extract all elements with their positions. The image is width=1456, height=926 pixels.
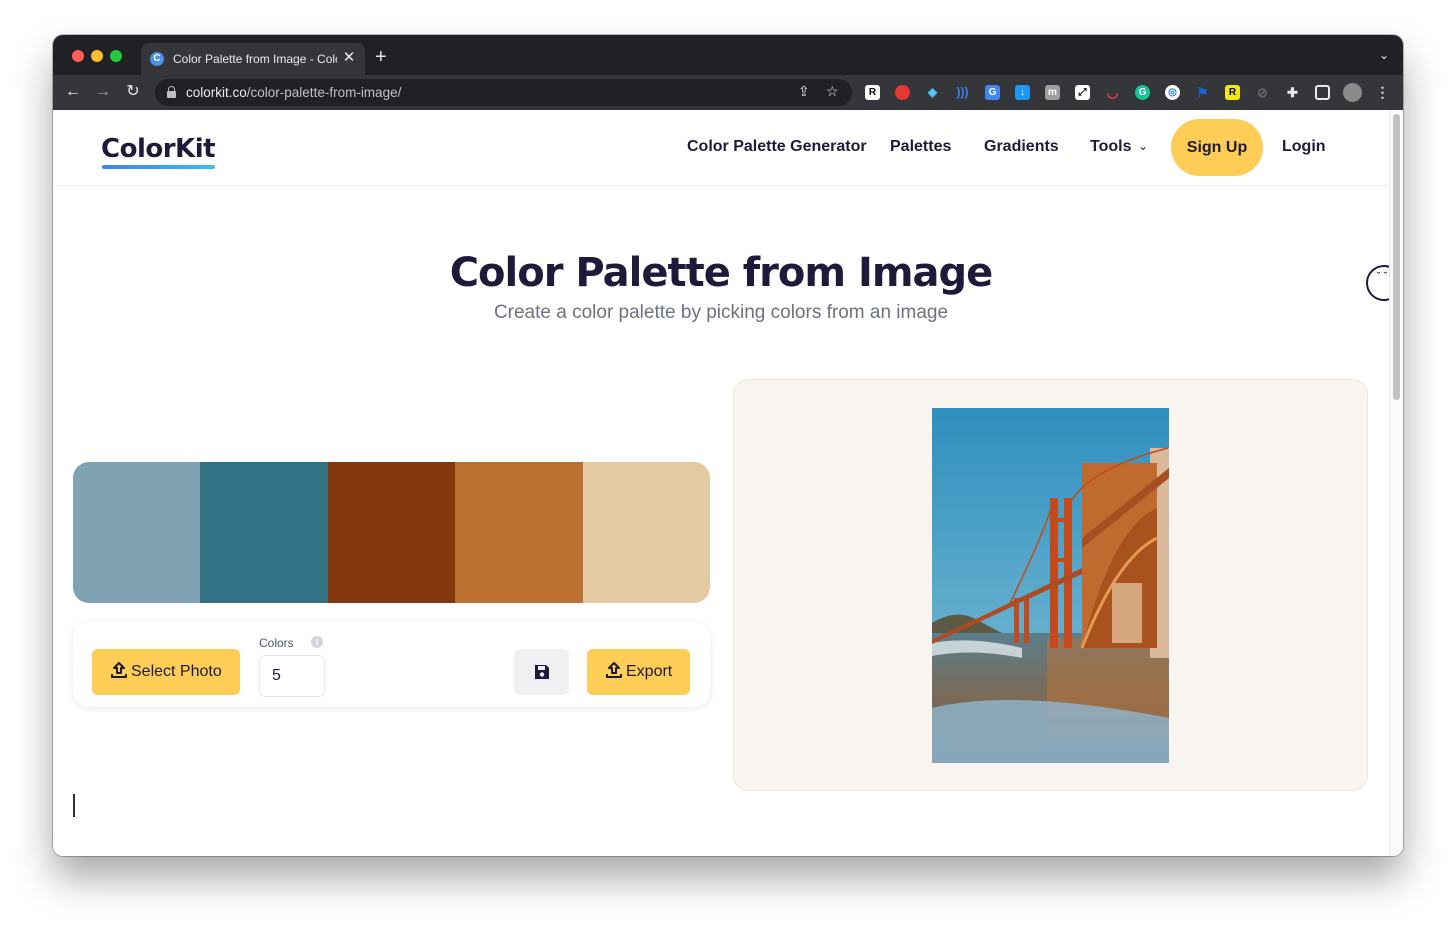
back-arrow-icon[interactable]: ← [62, 81, 84, 103]
palette-swatch-1[interactable] [73, 462, 201, 603]
image-preview-panel [733, 379, 1368, 791]
address-bar[interactable]: colorkit.co/color-palette-from-image/ ⇪ … [155, 79, 852, 106]
export-icon [606, 662, 622, 678]
select-photo-label: Select Photo [131, 663, 222, 680]
tab-search-chevron-icon[interactable]: ⌄ [1379, 48, 1389, 62]
site-header: ColorKit Color Palette Generator Palette… [53, 110, 1389, 186]
grammarly-extension-icon[interactable]: G [1135, 85, 1150, 100]
blocked-extension-icon[interactable]: ⊘ [1255, 85, 1270, 100]
palette-controls: Select Photo Colors i 5 Export [73, 622, 710, 707]
profile-avatar[interactable] [1343, 83, 1362, 102]
upload-icon [111, 662, 127, 678]
palette-swatch-2[interactable] [200, 462, 328, 603]
wifi-extension-icon[interactable]: ))) [955, 85, 970, 100]
m-extension-icon[interactable]: m [1045, 85, 1060, 100]
palette-swatch-3[interactable] [327, 462, 456, 603]
url-text: colorkit.co/color-palette-from-image/ [186, 85, 402, 100]
logo-underline [102, 165, 215, 169]
sidebar-icon[interactable] [1315, 85, 1330, 100]
select-photo-button[interactable]: Select Photo [92, 649, 240, 695]
diamond-extension-icon[interactable]: ◆ [925, 85, 940, 100]
bookmark-star-icon[interactable]: ☆ [826, 83, 839, 100]
photo-illustration [932, 408, 1169, 763]
export-label: Export [626, 663, 673, 680]
export-button[interactable]: Export [587, 649, 690, 695]
scrollbar-thumb[interactable] [1393, 114, 1400, 400]
info-icon[interactable]: i [311, 636, 323, 648]
menu-kebab-icon[interactable]: ⋮ [1375, 85, 1390, 100]
nav-tools[interactable]: Tools [1090, 138, 1131, 156]
tab-strip: C Color Palette from Image - Colo ✕ + ⌄ [53, 35, 1403, 75]
lock-icon [167, 86, 176, 98]
page-scrollbar[interactable] [1389, 110, 1403, 856]
save-palette-button[interactable] [514, 649, 569, 695]
flag-extension-icon[interactable]: ⚑ [1195, 85, 1210, 100]
colors-count-input[interactable]: 5 [259, 655, 325, 697]
palette-swatch-4[interactable] [455, 462, 583, 603]
text-cursor [73, 794, 75, 817]
sign-up-button[interactable]: Sign Up [1171, 119, 1263, 176]
page-title: Color Palette from Image [449, 250, 994, 296]
link-extension-icon[interactable]: ⤢ [1075, 85, 1090, 100]
page-subtitle: Create a color palette by picking colors… [493, 302, 949, 323]
forward-arrow-icon[interactable]: → [92, 81, 114, 103]
pokeball-extension-icon[interactable] [895, 85, 910, 100]
maximize-window-button[interactable] [110, 50, 122, 62]
floppy-disk-icon [535, 665, 549, 679]
download-extension-icon[interactable]: ↓ [1015, 85, 1030, 100]
puzzle-extensions-icon[interactable]: ✚ [1285, 85, 1300, 100]
colorkit-favicon-icon: C [150, 52, 164, 66]
minimize-window-button[interactable] [91, 50, 103, 62]
tools-chevron-down-icon[interactable]: ⌄ [1138, 139, 1148, 153]
page-content: ColorKit Color Palette Generator Palette… [53, 110, 1389, 856]
readwise-extension-icon[interactable]: R [865, 85, 880, 100]
golden-gate-bridge-photo[interactable] [932, 408, 1169, 763]
translate-extension-icon[interactable]: G [985, 85, 1000, 100]
r-yellow-extension-icon[interactable]: R [1225, 85, 1240, 100]
close-window-button[interactable] [72, 50, 84, 62]
pocket-extension-icon[interactable]: ◡ [1105, 85, 1120, 100]
browser-toolbar: ← → ↻ colorkit.co/color-palette-from-ima… [53, 75, 1403, 110]
nav-color-palette-generator[interactable]: Color Palette Generator [687, 138, 867, 156]
palette-swatch-5[interactable] [582, 462, 710, 603]
reload-icon[interactable]: ↻ [122, 81, 144, 103]
new-tab-icon[interactable]: + [375, 47, 387, 67]
browser-tab[interactable]: C Color Palette from Image - Colo ✕ [141, 43, 365, 75]
share-icon[interactable]: ⇪ [798, 83, 810, 100]
colors-label: Colors [259, 636, 294, 650]
tab-close-icon[interactable]: ✕ [341, 49, 357, 67]
nav-gradients[interactable]: Gradients [984, 138, 1059, 156]
color-palette [73, 462, 710, 603]
chrome-extension-icon[interactable]: ◎ [1165, 85, 1180, 100]
colorkit-logo[interactable]: ColorKit [101, 134, 216, 164]
nav-palettes[interactable]: Palettes [890, 138, 951, 156]
browser-window: C Color Palette from Image - Colo ✕ + ⌄ … [53, 35, 1403, 856]
login-link[interactable]: Login [1282, 138, 1326, 156]
tab-title: Color Palette from Image - Colo [173, 52, 337, 66]
